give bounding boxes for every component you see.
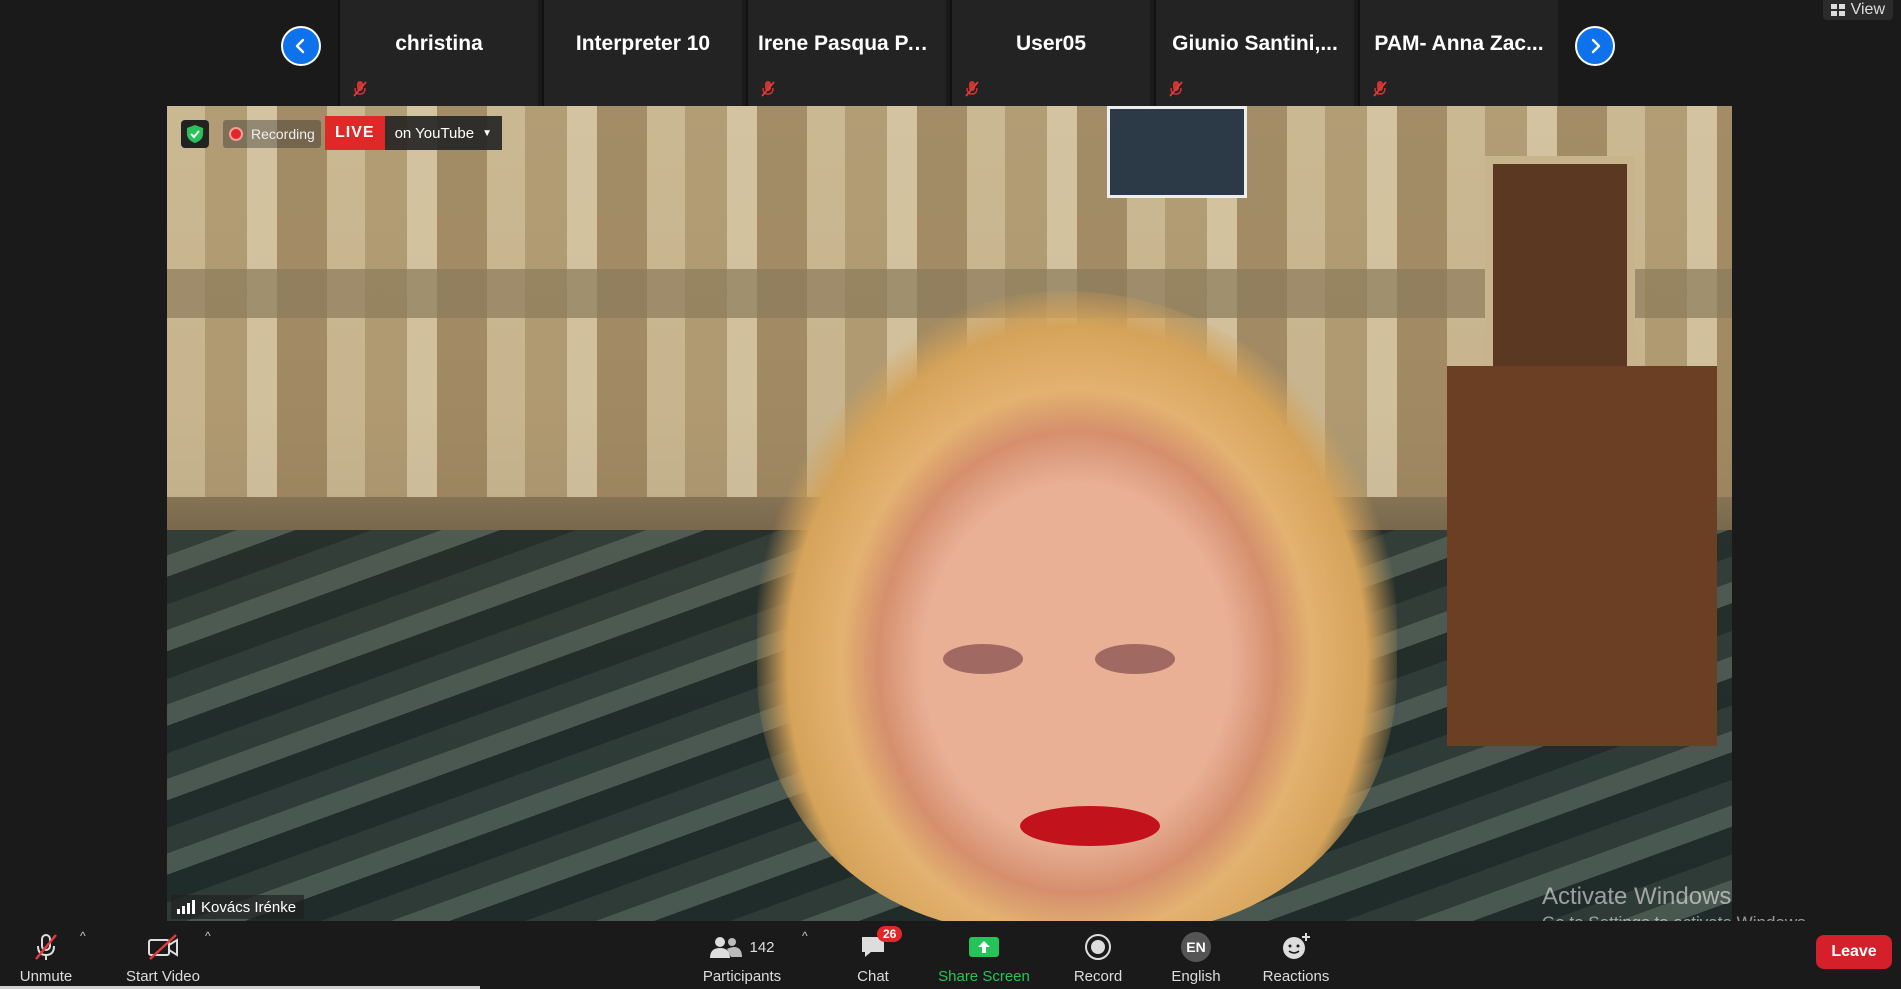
speaker-name-tag: Kovács Irénke bbox=[171, 895, 305, 919]
chamber-monitor bbox=[1107, 106, 1247, 198]
participant-name: Giunio Santini,... bbox=[1172, 32, 1338, 55]
participant-strip: christina Interpreter 10 Irene Pasqua PA… bbox=[0, 0, 1901, 106]
unmute-label: Unmute bbox=[19, 968, 73, 985]
live-stream-menu[interactable]: LIVE on YouTube ▼ bbox=[325, 116, 502, 150]
start-video-label: Start Video bbox=[126, 968, 200, 985]
chat-icon: 26 bbox=[859, 926, 903, 964]
shield-icon bbox=[187, 125, 203, 143]
live-badge: LIVE bbox=[325, 116, 385, 150]
speaker-name: Kovács Irénke bbox=[201, 898, 297, 916]
muted-mic-icon bbox=[1373, 81, 1387, 97]
language-globe-icon: EN bbox=[1181, 930, 1211, 964]
chevron-right-icon bbox=[1591, 38, 1601, 54]
share-screen-icon bbox=[968, 930, 1000, 964]
participant-tile[interactable]: Interpreter 10 bbox=[542, 0, 742, 106]
grid-view-icon bbox=[1830, 4, 1845, 16]
reactions-label: Reactions bbox=[1262, 968, 1330, 985]
language-label: English bbox=[1171, 968, 1221, 985]
chevron-left-icon bbox=[295, 38, 305, 54]
audio-options-caret[interactable]: ^ bbox=[80, 929, 86, 943]
muted-mic-icon bbox=[761, 81, 775, 97]
video-options-caret[interactable]: ^ bbox=[205, 929, 211, 943]
participants-count: 142 bbox=[749, 938, 775, 956]
participant-tile[interactable]: christina bbox=[338, 0, 538, 106]
language-code: EN bbox=[1181, 932, 1211, 962]
recording-indicator[interactable]: Recording bbox=[223, 120, 321, 148]
participants-label: Participants bbox=[702, 968, 782, 985]
muted-mic-icon bbox=[1169, 81, 1183, 97]
signal-strength-icon bbox=[177, 900, 195, 914]
leave-button[interactable]: Leave bbox=[1816, 935, 1892, 969]
chat-button[interactable]: 26 Chat bbox=[848, 925, 903, 985]
encryption-shield-icon[interactable] bbox=[181, 120, 209, 148]
video-off-icon bbox=[146, 930, 180, 964]
muted-mic-icon bbox=[31, 930, 61, 964]
start-video-button[interactable]: Start Video bbox=[118, 925, 208, 985]
record-label: Record bbox=[1073, 968, 1123, 985]
meeting-toolbar: Unmute ^ Start Video ^ 142 Participants … bbox=[0, 921, 1901, 989]
active-speaker-video: Recording LIVE on YouTube ▼ Kovács Irénk… bbox=[167, 106, 1732, 921]
participants-icon-group: 142 bbox=[709, 930, 775, 964]
participant-name: Interpreter 10 bbox=[575, 32, 711, 55]
muted-mic-icon bbox=[353, 81, 367, 97]
previous-page-button[interactable] bbox=[281, 26, 321, 66]
participants-options-caret[interactable]: ^ bbox=[802, 929, 808, 943]
live-destination: on YouTube ▼ bbox=[384, 116, 502, 150]
live-destination-label: on YouTube bbox=[394, 124, 475, 142]
recording-dot-icon bbox=[229, 127, 243, 141]
chamber-podium bbox=[1447, 366, 1717, 746]
record-icon bbox=[1084, 930, 1112, 964]
chat-unread-badge: 26 bbox=[877, 926, 903, 942]
participant-tile[interactable]: Irene Pasqua PAM bbox=[746, 0, 946, 106]
record-button[interactable]: Record bbox=[1066, 925, 1130, 985]
participant-name: User05 bbox=[1015, 32, 1087, 55]
next-page-button[interactable] bbox=[1575, 26, 1615, 66]
share-screen-label: Share Screen bbox=[938, 968, 1030, 985]
participant-tile[interactable]: Giunio Santini,... bbox=[1154, 0, 1354, 106]
participants-button[interactable]: 142 Participants bbox=[698, 925, 786, 985]
unmute-button[interactable]: Unmute bbox=[14, 925, 78, 985]
speaker-mouth bbox=[1020, 806, 1160, 846]
reactions-button[interactable]: Reactions bbox=[1256, 925, 1336, 985]
speaker-eye bbox=[1095, 644, 1175, 674]
view-label: View bbox=[1850, 1, 1885, 18]
language-interpretation-button[interactable]: EN English bbox=[1164, 925, 1228, 985]
participants-icon bbox=[710, 937, 743, 958]
recording-label: Recording bbox=[251, 126, 315, 142]
participant-tile[interactable]: User05 bbox=[950, 0, 1150, 106]
participant-name: christina bbox=[395, 32, 483, 55]
participant-name: Irene Pasqua PAM bbox=[758, 32, 940, 55]
speaker-eye bbox=[943, 644, 1023, 674]
reactions-icon bbox=[1281, 930, 1311, 964]
participant-name: PAM- Anna Zac... bbox=[1374, 32, 1544, 55]
chat-label: Chat bbox=[857, 968, 889, 985]
muted-mic-icon bbox=[965, 81, 979, 97]
view-button[interactable]: View bbox=[1822, 0, 1893, 20]
share-screen-button[interactable]: Share Screen bbox=[934, 925, 1034, 985]
participant-tile[interactable]: PAM- Anna Zac... bbox=[1358, 0, 1558, 106]
caret-down-icon: ▼ bbox=[482, 127, 492, 139]
